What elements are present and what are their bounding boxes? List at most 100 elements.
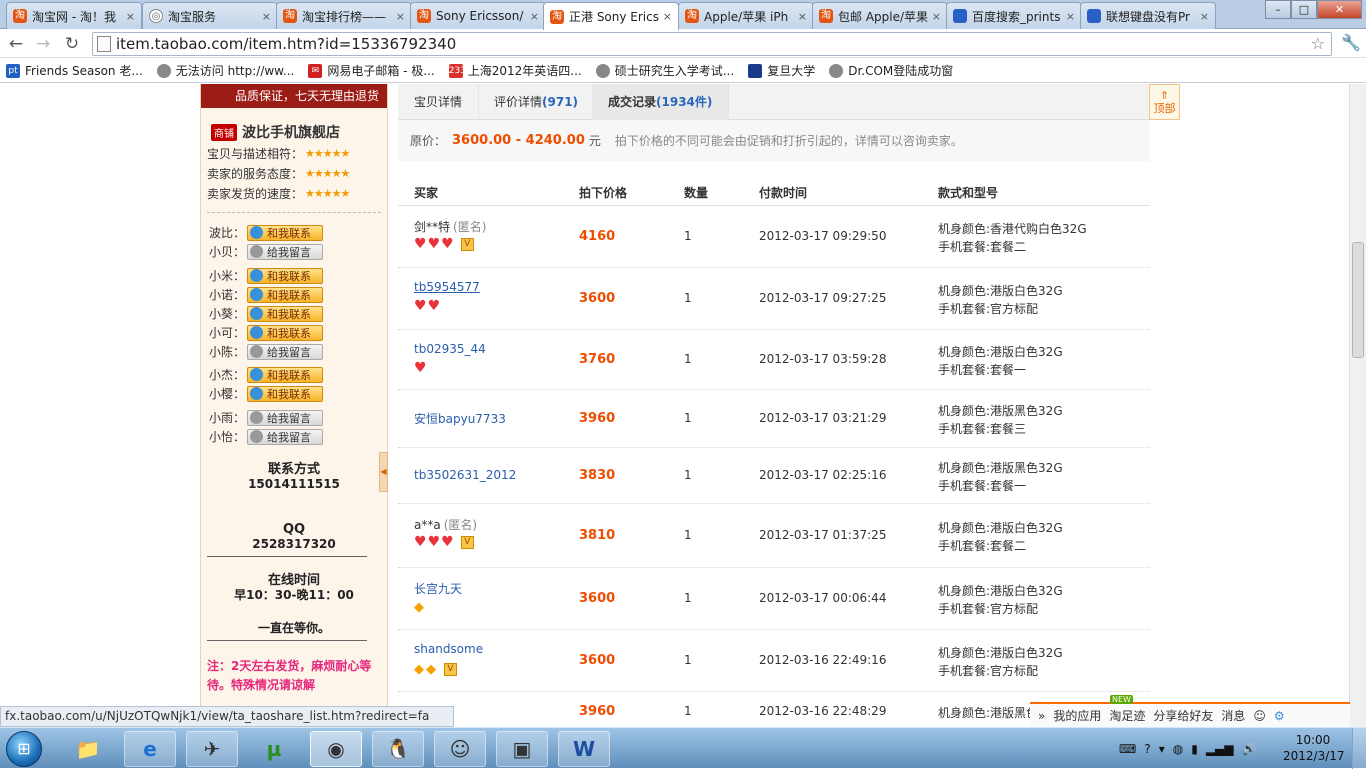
buyer-name[interactable]: a**a xyxy=(414,518,441,532)
bookmark-item[interactable]: 无法访问 http://ww... xyxy=(156,62,294,79)
footprint-button[interactable]: 淘足迹 xyxy=(1109,707,1145,724)
tab-close-icon[interactable]: × xyxy=(663,10,672,23)
contact-me-button[interactable]: 和我联系 xyxy=(247,385,323,402)
keyboard-icon[interactable]: ⌨ xyxy=(1119,742,1136,756)
buyer-name[interactable]: tb5954577 xyxy=(414,280,480,294)
browser-tab[interactable]: 淘正港 Sony Erics × xyxy=(543,2,679,30)
my-apps-button[interactable]: 我的应用 xyxy=(1053,707,1101,724)
tab-close-icon[interactable]: × xyxy=(1066,10,1075,23)
url-input[interactable] xyxy=(116,35,1331,53)
browser-tab[interactable]: ◎ 淘宝服务 × xyxy=(142,2,278,29)
button-label: 和我联系 xyxy=(267,269,311,283)
network-signal-icon[interactable]: ▂▄▆ xyxy=(1206,742,1234,756)
tab-close-icon[interactable]: × xyxy=(126,10,135,23)
monitor-app-icon[interactable]: ▣ xyxy=(496,731,548,767)
pay-time-cell: 2012-03-17 02:25:16 xyxy=(759,468,887,482)
scrollbar-thumb[interactable] xyxy=(1352,242,1364,358)
buyer-name[interactable]: tb02935_44 xyxy=(414,342,486,356)
button-label: 给我留言 xyxy=(267,345,311,359)
tab-close-icon[interactable]: × xyxy=(262,10,271,23)
contact-me-button[interactable]: 和我联系 xyxy=(247,324,323,341)
contact-me-button[interactable]: 和我联系 xyxy=(247,224,323,241)
browser-tab[interactable]: 淘 Apple/苹果 iPh × xyxy=(678,2,814,29)
leave-message-button[interactable]: 给我留言 xyxy=(247,243,323,260)
expand-icon[interactable]: » xyxy=(1038,709,1045,723)
browser-tab[interactable]: 淘淘宝排行榜—— × xyxy=(276,2,412,29)
table-row: tb5954577 ♥ ♥ 3600 1 2012-03-17 09:27:25 机身颜色:… xyxy=(398,268,1150,330)
tab-close-icon[interactable]: × xyxy=(1200,10,1209,23)
tray-arrow-icon[interactable]: ▾ xyxy=(1159,742,1165,756)
chrome-icon[interactable]: ◉ xyxy=(310,731,362,767)
utorrent-icon[interactable]: µ xyxy=(248,731,300,767)
detail-tab[interactable]: 成交记录(1934件) xyxy=(592,84,730,120)
aliwangwang-icon[interactable]: ☺ xyxy=(434,731,486,767)
buyer-name[interactable]: 安恒bapyu7733 xyxy=(414,412,506,426)
tab-close-icon[interactable]: × xyxy=(396,10,405,23)
wangwang-icon[interactable]: ☺ xyxy=(1253,709,1266,723)
buyer-name[interactable]: 长宫九天 xyxy=(414,582,462,596)
bookmark-item[interactable]: 硕士研究生入学考试... xyxy=(595,62,734,79)
file-explorer-icon[interactable]: 📁 xyxy=(62,731,114,767)
agent-name: 小贝： xyxy=(209,245,246,259)
buyer-credit-badges: ♥ xyxy=(414,361,428,375)
shop-name[interactable]: 波比手机旗舰店 xyxy=(242,122,340,142)
bookmark-item[interactable]: pt Friends Season 老... xyxy=(6,62,143,79)
tab-close-icon[interactable]: × xyxy=(932,10,941,23)
bookmark-item[interactable]: ✉ 网易电子邮箱 - 极... xyxy=(308,62,435,79)
tray-app-icon[interactable]: ◍ xyxy=(1173,742,1183,756)
tab-close-icon[interactable]: × xyxy=(798,10,807,23)
detail-tab[interactable]: 评价详情(971) xyxy=(478,84,596,120)
reload-button[interactable]: ↻ xyxy=(61,34,83,54)
wangwang-offline-icon xyxy=(250,245,263,258)
contact-me-button[interactable]: 和我联系 xyxy=(247,286,323,303)
bookmark-item[interactable]: 复旦大学 xyxy=(748,62,815,79)
contact-me-button[interactable]: 和我联系 xyxy=(247,267,323,284)
leave-message-button[interactable]: 给我留言 xyxy=(247,428,323,445)
settings-icon[interactable]: ⚙ xyxy=(1274,709,1285,723)
close-window-button[interactable]: ✕ xyxy=(1317,0,1362,19)
maximize-button[interactable]: □ xyxy=(1291,0,1317,19)
forward-button[interactable]: → xyxy=(32,34,54,54)
wrench-menu-icon[interactable]: 🔧 xyxy=(1341,33,1361,52)
word-icon[interactable]: W xyxy=(558,731,610,767)
vip-badge-icon: V xyxy=(460,238,474,251)
messages-button[interactable]: 消息 xyxy=(1221,707,1245,724)
leave-message-button[interactable]: 给我留言 xyxy=(247,343,323,360)
internet-explorer-icon[interactable]: e xyxy=(124,731,176,767)
back-button[interactable]: ← xyxy=(5,34,27,54)
address-bar[interactable]: ☆ xyxy=(92,32,1332,56)
leave-message-button[interactable]: 给我留言 xyxy=(247,409,323,426)
minimize-button[interactable]: – xyxy=(1265,0,1291,19)
buyer-name[interactable]: 剑**特 xyxy=(414,220,450,234)
heart-credit-icon: ♥ xyxy=(441,236,454,252)
browser-tab[interactable]: 淘包邮 Apple/苹果 × xyxy=(812,2,948,29)
vertical-scrollbar[interactable] xyxy=(1349,84,1366,727)
browser-tab[interactable]: 淘 Sony Ericsson/ × xyxy=(410,2,546,29)
battery-icon[interactable]: ▮ xyxy=(1191,742,1198,756)
buyer-name[interactable]: shandsome xyxy=(414,642,483,656)
contact-me-button[interactable]: 和我联系 xyxy=(247,366,323,383)
agent-row: 小樱： 和我联系 xyxy=(201,384,387,403)
start-button[interactable]: ⊞ xyxy=(6,731,42,767)
browser-tab[interactable]: 🐾 百度搜索_prints × xyxy=(946,2,1082,29)
clock[interactable]: 10:00 2012/3/17 xyxy=(1283,732,1345,764)
browser-tab[interactable]: 🐾 联想键盘没有Pr × xyxy=(1080,2,1216,29)
bookmark-item[interactable]: Dr.COM登陆成功窗 xyxy=(829,62,953,79)
buyer-name[interactable]: tb3502631_2012 xyxy=(414,468,516,482)
collapse-sidebar-handle[interactable]: ◀ xyxy=(379,452,388,492)
bookmark-item[interactable]: 233 上海2012年英语四... xyxy=(448,62,582,79)
tab-close-icon[interactable]: × xyxy=(530,10,539,23)
qq-icon[interactable]: 🐧 xyxy=(372,731,424,767)
browser-tab[interactable]: 淘淘宝网 - 淘！我 × xyxy=(6,2,142,29)
share-button[interactable]: 分享给好友 xyxy=(1153,707,1213,724)
contact-me-button[interactable]: 和我联系 xyxy=(247,305,323,322)
heart-credit-icon: ♥ xyxy=(441,534,454,550)
column-quantity: 数量 xyxy=(684,186,709,200)
feiq-icon[interactable]: ✈ xyxy=(186,731,238,767)
detail-tab[interactable]: 宝贝详情 xyxy=(398,84,480,120)
bookmark-star-icon[interactable]: ☆ xyxy=(1311,34,1325,53)
help-icon[interactable]: ? xyxy=(1144,742,1150,756)
volume-icon[interactable]: 🔊 xyxy=(1242,742,1257,756)
back-to-top-button[interactable]: ⇑ 顶部 xyxy=(1149,84,1180,120)
show-desktop-button[interactable] xyxy=(1352,728,1366,769)
